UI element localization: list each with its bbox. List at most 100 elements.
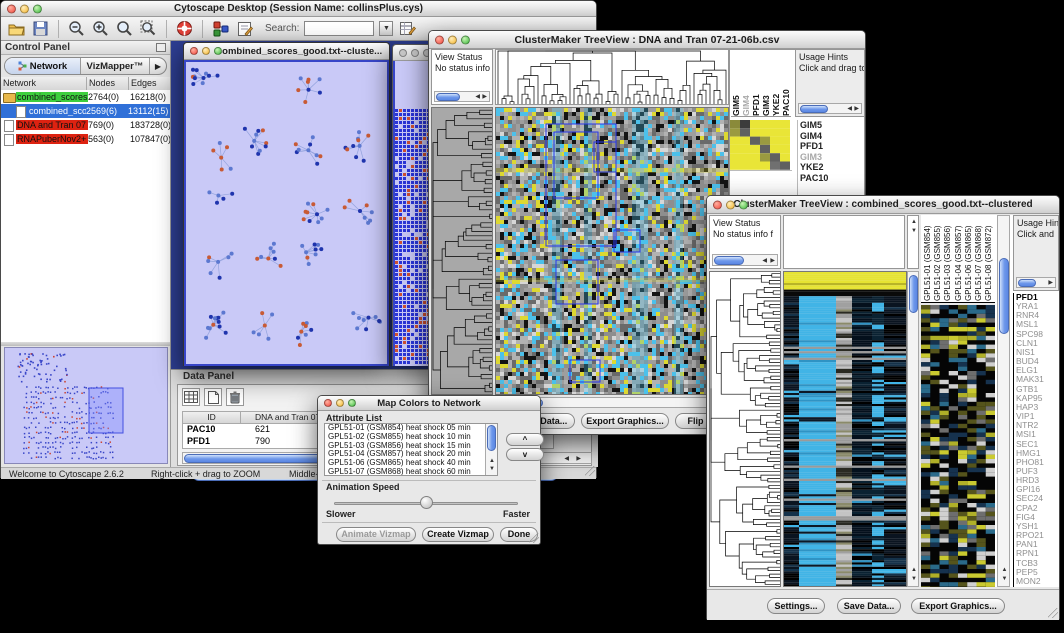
panel-splitter[interactable] <box>1 342 170 346</box>
scroll-left-icon[interactable]: ◀ <box>847 106 852 113</box>
close-icon[interactable] <box>7 4 16 13</box>
tab-network[interactable]: Network <box>5 58 81 74</box>
attribute-list-item[interactable]: GPL51-01 (GSM854) heat shock 05 min <box>325 424 485 433</box>
minimize-icon[interactable] <box>20 4 29 13</box>
network-overview-panel[interactable] <box>4 347 168 464</box>
tv2-column-label[interactable]: GPL51-07 (GSM868) <box>974 217 984 301</box>
zoom-selected-icon[interactable] <box>115 19 134 38</box>
zoom-window-icon[interactable] <box>739 200 748 209</box>
network-canvas[interactable] <box>186 62 387 364</box>
tv1-gene-item[interactable]: GIM5 <box>798 120 863 131</box>
tv1-column-label[interactable]: GIM5 <box>731 56 740 116</box>
table-mode-icon[interactable] <box>182 388 200 406</box>
tv2-gene-list-scrollbar[interactable]: ▲ ▼ <box>997 215 1010 587</box>
close-icon[interactable] <box>324 399 332 407</box>
zoom-in-icon[interactable] <box>91 19 110 38</box>
tv2-heatmap-vscrollbar[interactable]: ▲ ▼ <box>907 271 919 587</box>
scroll-right-icon[interactable]: ▶ <box>770 258 775 265</box>
tv2-col-scroll-strip[interactable]: ▲ ▼ <box>907 215 919 269</box>
tv2-column-label[interactable]: GPL51-08 (GSM872) <box>984 217 994 301</box>
tv2-view-status-scrollbar[interactable]: ◀ ▶ <box>712 254 778 266</box>
tv2-column-label[interactable]: GPL51-03 (GSM856) <box>943 217 953 301</box>
network-tree-row[interactable]: combined_sco2569(6)13112(15) <box>1 104 170 118</box>
tv2-gene-item[interactable]: MON2 <box>1014 577 1059 586</box>
tv2-column-label[interactable]: GPL51-06 (GSM865) <box>964 217 974 301</box>
help-icon[interactable] <box>175 19 194 38</box>
annotation-icon[interactable] <box>235 19 254 38</box>
tv1-gene-item[interactable]: PFD1 <box>798 141 863 152</box>
scroll-up-icon[interactable]: ▲ <box>489 458 495 465</box>
tv2-column-label[interactable]: GPL51-01 (GSM854) <box>923 217 933 301</box>
minimize-icon[interactable] <box>726 200 735 209</box>
tv2-gene-list[interactable]: PFD1YRA1RNR4MSL1SPC98CLN1NIS1BUD4ELG1MAK… <box>1013 293 1059 587</box>
float-panel-icon[interactable] <box>156 43 166 52</box>
scroll-down-icon[interactable]: ▼ <box>911 228 917 235</box>
tv2-column-label[interactable]: GPL51-04 (GSM857) <box>954 217 964 301</box>
tv2-column-label[interactable]: GPL51-02 (GSM855) <box>933 217 943 301</box>
tv1-usage-hints-scrollbar[interactable]: ◀ ▶ <box>798 103 862 114</box>
scroll-left-icon[interactable]: ◀ <box>564 456 569 463</box>
scroll-right-icon[interactable]: ▶ <box>1048 280 1053 287</box>
scroll-up-icon[interactable]: ▲ <box>911 567 917 574</box>
tv1-gene-list[interactable]: GIM5GIM4PFD1GIM3YKE2PAC10 <box>797 120 863 200</box>
tv2-detail-heatmap-panel[interactable] <box>921 305 995 587</box>
column-header-edges[interactable]: Edges <box>129 77 170 90</box>
delete-attribute-icon[interactable] <box>226 388 244 406</box>
move-down-button[interactable]: v <box>506 448 544 461</box>
scroll-up-icon[interactable]: ▲ <box>911 219 917 226</box>
network-tree-row[interactable]: combined_scores2764(0)16218(0) <box>1 90 170 104</box>
tv1-heatmap-panel[interactable] <box>495 107 729 395</box>
close-icon[interactable] <box>190 47 198 55</box>
create-vizmap-button[interactable]: Create Vizmap <box>422 527 494 542</box>
minimize-icon[interactable] <box>202 47 210 55</box>
scroll-right-icon[interactable]: ▶ <box>576 456 581 463</box>
attribute-list-item[interactable]: GPL51-04 (GSM857) heat shock 20 min <box>325 450 485 459</box>
move-up-button[interactable]: ^ <box>506 433 544 446</box>
zoom-fit-icon[interactable] <box>139 19 158 38</box>
tv1-export-graphics-button[interactable]: Export Graphics... <box>581 413 669 429</box>
open-session-icon[interactable] <box>7 19 26 38</box>
tv1-view-status-scrollbar[interactable]: ◀ ▶ <box>434 91 490 102</box>
search-input[interactable] <box>304 21 374 36</box>
scroll-left-icon[interactable]: ◀ <box>762 258 767 265</box>
slider-thumb[interactable] <box>420 496 433 509</box>
attribute-list-item[interactable]: GPL51-02 (GSM855) heat shock 10 min <box>325 433 485 442</box>
attribute-list-item[interactable]: GPL51-03 (GSM856) heat shock 15 min <box>325 442 485 451</box>
attribute-list-item[interactable]: GPL51-06 (GSM865) heat shock 40 min <box>325 459 485 468</box>
tab-more-arrow[interactable]: ▶ <box>150 58 166 74</box>
network-window-title-bar[interactable]: combined_scores_good.txt--cluste... <box>184 43 389 60</box>
attribute-listbox[interactable]: GPL51-01 (GSM854) heat shock 05 minGPL51… <box>324 423 498 476</box>
tv1-gene-item[interactable]: GIM4 <box>798 131 863 142</box>
tv1-gene-item[interactable]: GIM3 <box>798 152 863 163</box>
tv1-correlation-matrix[interactable] <box>730 120 792 171</box>
tv1-gene-item[interactable]: PAC10 <box>798 173 863 184</box>
main-title-bar[interactable]: Cytoscape Desktop (Session Name: collins… <box>1 1 596 17</box>
resize-grip[interactable] <box>585 466 595 476</box>
close-icon[interactable] <box>435 35 444 44</box>
tv2-usage-hints-scrollbar[interactable]: ▶ <box>1016 277 1056 288</box>
minimize-icon[interactable] <box>336 399 344 407</box>
tv2-heatmap-panel[interactable] <box>783 271 907 587</box>
close-icon[interactable] <box>399 49 407 57</box>
zoom-window-icon[interactable] <box>214 47 222 55</box>
scroll-down-icon[interactable]: ▼ <box>911 576 917 583</box>
resize-grip[interactable] <box>529 533 539 543</box>
new-attribute-icon[interactable] <box>204 388 222 406</box>
attribute-list-vscrollbar[interactable]: ▲ ▼ <box>485 424 497 475</box>
column-header-network[interactable]: Network <box>1 77 87 90</box>
attr-col-id[interactable]: ID <box>183 412 241 423</box>
minimize-icon[interactable] <box>448 35 457 44</box>
tv1-column-label[interactable]: GIM4 <box>741 56 750 116</box>
tv2-save-data-button[interactable]: Save Data... <box>837 598 901 614</box>
treeview1-title-bar[interactable]: ClusterMaker TreeView : DNA and Tran 07-… <box>429 31 865 49</box>
save-session-icon[interactable] <box>31 19 50 38</box>
tv1-column-label[interactable]: PAC10 <box>781 56 790 116</box>
tv1-column-label[interactable]: GIM3 <box>761 56 770 116</box>
scroll-up-icon[interactable]: ▲ <box>1002 567 1008 574</box>
tv2-row-dendrogram[interactable] <box>709 271 781 587</box>
tv1-column-label[interactable]: PFD1 <box>751 56 760 116</box>
dialog-title-bar[interactable]: Map Colors to Network <box>318 396 540 411</box>
node-attributes-icon[interactable] <box>211 19 230 38</box>
tab-vizmapper[interactable]: VizMapper™ <box>81 58 150 74</box>
scroll-right-icon[interactable]: ▶ <box>482 94 487 101</box>
